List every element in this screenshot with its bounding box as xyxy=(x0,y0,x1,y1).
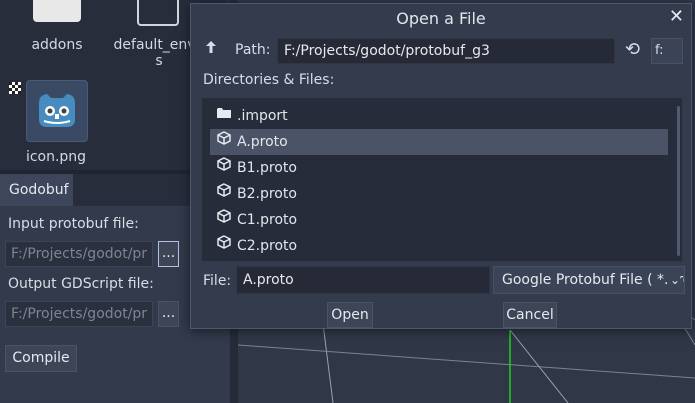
output-gdscript-label: Output GDScript file: xyxy=(8,276,154,292)
file-icon xyxy=(216,181,232,207)
file-tree[interactable]: .import A.proto B1.proto B2.proto C1.pro… xyxy=(201,97,683,262)
tree-item[interactable]: B1.proto xyxy=(210,155,668,181)
input-browse-button[interactable]: ... xyxy=(158,241,179,267)
output-gdscript-field[interactable]: F:/Projects/godot/pr xyxy=(5,301,153,327)
dialog-title: Open a File xyxy=(396,9,486,28)
tree-item-label: B2.proto xyxy=(237,186,297,202)
input-protobuf-field[interactable]: F:/Projects/godot/pr xyxy=(5,241,153,267)
file-filter-value: Google Protobuf File ( *.proto ) xyxy=(502,272,684,288)
tree-item[interactable]: .import xyxy=(210,103,668,129)
file-filter-select[interactable]: Google Protobuf File ( *.proto ) ⌄ xyxy=(493,266,685,294)
chevron-down-icon: ⌄ xyxy=(667,267,680,293)
drive-select[interactable]: f: xyxy=(651,38,683,64)
tree-item-label: A.proto xyxy=(237,134,288,150)
directories-files-label: Directories & Files: xyxy=(203,72,335,88)
fs-item-label: icon.png xyxy=(25,149,87,165)
input-protobuf-label: Input protobuf file: xyxy=(8,216,139,232)
path-label: Path: xyxy=(235,42,271,58)
fs-item-icon-png[interactable]: icon.png xyxy=(20,149,92,165)
file-icon xyxy=(216,155,232,181)
folder-icon[interactable] xyxy=(33,0,81,22)
fs-item-label: addons xyxy=(31,37,83,53)
file-icon xyxy=(216,129,232,155)
open-file-dialog: Open a File ✕ Path: F:/Projects/godot/pr… xyxy=(190,3,692,329)
tree-item-label: C1.proto xyxy=(237,212,298,228)
close-icon[interactable]: ✕ xyxy=(669,6,684,27)
folder-icon xyxy=(216,103,232,129)
file-icon xyxy=(216,207,232,233)
file-icon xyxy=(216,233,232,259)
fs-item-addons[interactable]: addons xyxy=(26,37,88,53)
output-browse-button[interactable]: ... xyxy=(158,301,179,327)
path-input[interactable]: F:/Projects/godot/protobuf_g3 xyxy=(277,38,615,64)
file-label: File: xyxy=(203,273,232,289)
file-icon[interactable] xyxy=(137,0,179,26)
tree-item-label: C2.proto xyxy=(237,238,298,254)
refresh-icon[interactable]: ⟲ xyxy=(625,39,640,60)
tree-item-label: B1.proto xyxy=(237,160,297,176)
up-directory-icon[interactable] xyxy=(205,40,217,58)
cancel-button[interactable]: Cancel xyxy=(503,302,557,328)
tab-godobuf[interactable]: Godobuf xyxy=(0,174,73,206)
godot-icon[interactable] xyxy=(26,80,88,142)
tree-item-label: .import xyxy=(237,108,288,124)
compile-button[interactable]: Compile xyxy=(5,345,77,372)
tree-item[interactable]: C2.proto xyxy=(210,233,668,259)
tree-item-selected[interactable]: A.proto xyxy=(210,129,668,155)
file-name-input[interactable]: A.proto xyxy=(236,266,490,294)
image-type-icon xyxy=(9,82,21,94)
tree-item[interactable]: C1.proto xyxy=(210,207,668,233)
tree-scrollbar[interactable] xyxy=(677,106,680,256)
tree-item[interactable]: B2.proto xyxy=(210,181,668,207)
open-button[interactable]: Open xyxy=(327,302,373,328)
